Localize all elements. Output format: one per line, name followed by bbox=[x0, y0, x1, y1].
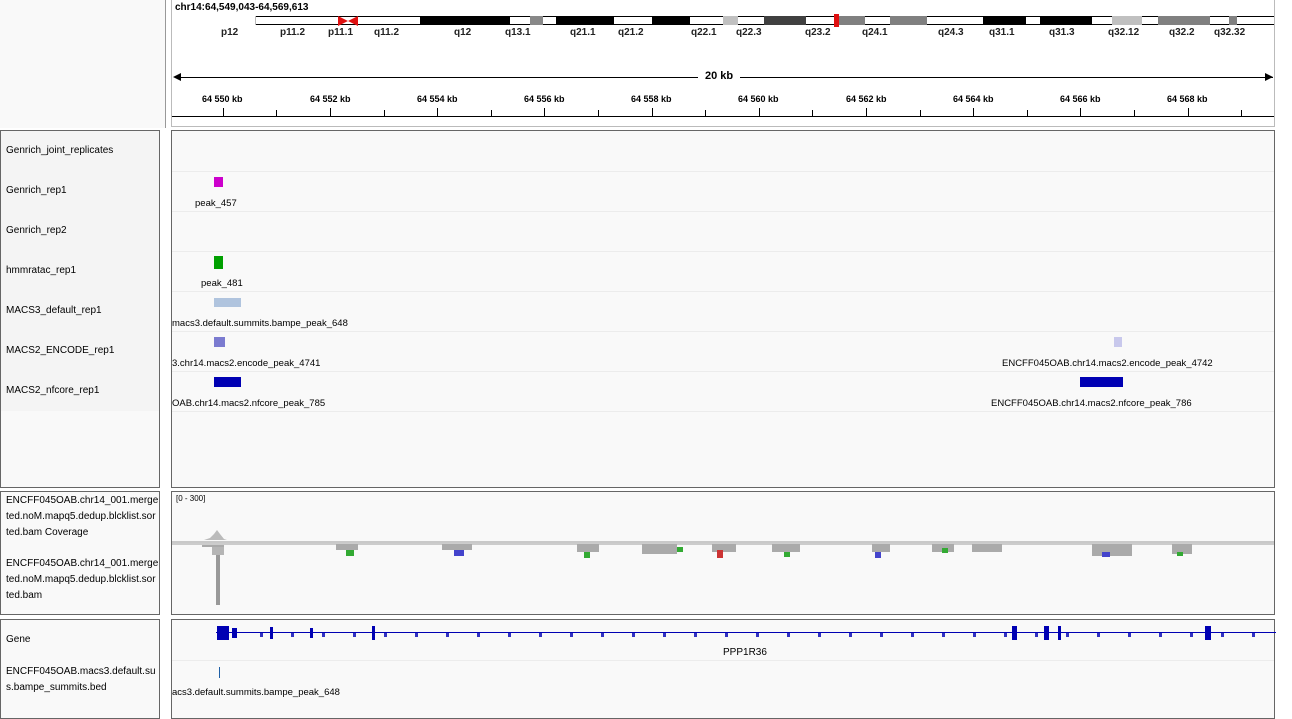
coverage-and-alignments[interactable] bbox=[172, 492, 1274, 614]
coverage-track-name-line[interactable]: ted.bam Coverage bbox=[6, 527, 160, 538]
alignment-track-name-line[interactable]: ENCFF045OAB.chr14_001.merge bbox=[6, 558, 160, 569]
alignment-track-name-line[interactable]: ted.bam bbox=[6, 590, 160, 601]
track-name[interactable]: Genrich_rep1 bbox=[6, 185, 160, 196]
peak-feature[interactable] bbox=[1080, 377, 1123, 387]
track-separator bbox=[172, 251, 1274, 252]
peak-feature[interactable] bbox=[214, 256, 223, 269]
peak-label: ENCFF045OAB.chr14.macs2.nfcore_peak_786 bbox=[991, 398, 1192, 409]
summit-track-name-line[interactable]: s.bampe_summits.bed bbox=[6, 682, 160, 693]
peak-tracks-data-panel[interactable]: peak_457 peak_481 macs3.default.summits.… bbox=[171, 130, 1275, 488]
peak-label: peak_457 bbox=[195, 198, 237, 209]
peak-feature[interactable] bbox=[1114, 337, 1122, 347]
alignment-track-name-line[interactable]: ted.noM.mapq5.dedup.blcklist.sor bbox=[6, 574, 160, 585]
track-name[interactable]: hmmratac_rep1 bbox=[6, 265, 160, 276]
header-divider bbox=[165, 0, 166, 128]
track-name[interactable]: Genrich_joint_replicates bbox=[6, 145, 160, 156]
peak-feature[interactable] bbox=[214, 177, 223, 187]
gene-track-name[interactable]: Gene bbox=[6, 634, 160, 645]
track-separator bbox=[172, 371, 1274, 372]
peak-feature[interactable] bbox=[214, 298, 241, 307]
peak-feature[interactable] bbox=[214, 337, 225, 347]
bam-data-panel[interactable]: [0 - 300] bbox=[171, 491, 1275, 615]
track-name[interactable]: MACS2_ENCODE_rep1 bbox=[6, 345, 160, 356]
bam-name-panel[interactable]: ENCFF045OAB.chr14_001.merge ted.noM.mapq… bbox=[0, 491, 160, 615]
header-name-area bbox=[0, 0, 165, 128]
track-separator bbox=[172, 331, 1274, 332]
annotation-name-panel[interactable]: Gene ENCFF045OAB.macs3.default.su s.bamp… bbox=[0, 619, 160, 719]
peak-tracks-name-panel[interactable]: Genrich_joint_replicates Genrich_rep1 Ge… bbox=[0, 130, 160, 488]
peak-label: macs3.default.summits.bampe_peak_648 bbox=[172, 318, 348, 329]
coverage-track-name-line[interactable]: ted.noM.mapq5.dedup.blcklist.sor bbox=[6, 511, 160, 522]
summit-feature[interactable] bbox=[219, 667, 220, 678]
annotation-data-panel[interactable]: PPP1R36 acs3.default.summits.bampe_peak_… bbox=[171, 619, 1276, 719]
track-separator bbox=[172, 660, 1274, 661]
gene-name-label: PPP1R36 bbox=[723, 647, 767, 658]
track-separator bbox=[172, 411, 1274, 412]
coverage-peak bbox=[204, 530, 227, 540]
gene-exon bbox=[217, 626, 229, 640]
peak-label: 3.chr14.macs2.encode_peak_4741 bbox=[172, 358, 321, 369]
track-separator bbox=[172, 211, 1274, 212]
peak-feature[interactable] bbox=[214, 377, 241, 387]
gene-strand-arrows bbox=[232, 633, 1272, 637]
peak-label: peak_481 bbox=[201, 278, 243, 289]
track-separator bbox=[172, 171, 1274, 172]
summit-label: acs3.default.summits.bampe_peak_648 bbox=[172, 687, 340, 698]
track-separator bbox=[172, 291, 1274, 292]
ruler-frame bbox=[171, 0, 1275, 127]
track-name[interactable]: MACS3_default_rep1 bbox=[6, 305, 160, 316]
read-stack bbox=[212, 547, 224, 555]
track-name[interactable]: MACS2_nfcore_rep1 bbox=[6, 385, 160, 396]
peak-label: OAB.chr14.macs2.nfcore_peak_785 bbox=[172, 398, 326, 409]
read-clusters bbox=[172, 543, 1274, 558]
peak-label: ENCFF045OAB.chr14.macs2.encode_peak_4742 bbox=[1002, 358, 1213, 369]
track-name[interactable]: Genrich_rep2 bbox=[6, 225, 160, 236]
coverage-track-name-line[interactable]: ENCFF045OAB.chr14_001.merge bbox=[6, 495, 160, 506]
summit-track-name-line[interactable]: ENCFF045OAB.macs3.default.su bbox=[6, 666, 160, 677]
